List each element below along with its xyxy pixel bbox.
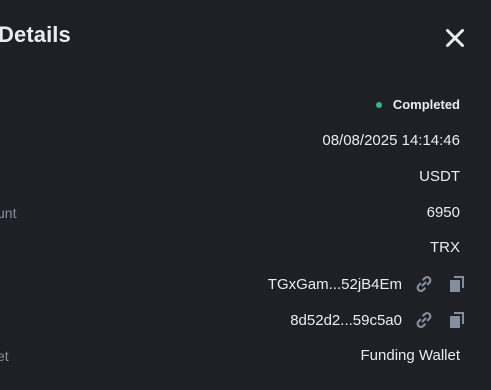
address-value-group: TGxGam...52jB4Em xyxy=(268,274,467,294)
txid-link-button[interactable] xyxy=(414,310,434,330)
txid-value: 8d52d2...59c5a0 xyxy=(290,311,402,329)
address-value: TGxGam...52jB4Em xyxy=(267,275,402,293)
copy-icon xyxy=(450,312,464,328)
status-value: Completed xyxy=(392,97,460,112)
link-icon xyxy=(416,311,432,329)
date-row: 08/08/2025 14:14:46 xyxy=(0,129,491,153)
status-row: Completed xyxy=(0,93,491,117)
wallet-row: et Funding Wallet xyxy=(0,344,491,368)
network-value: TRX xyxy=(430,239,460,256)
link-icon xyxy=(416,275,432,293)
wallet-label: et xyxy=(0,348,9,364)
coin-value: USDT xyxy=(419,168,460,185)
close-button[interactable] xyxy=(443,26,467,50)
status-dot-icon xyxy=(375,101,382,108)
copy-icon xyxy=(450,276,464,292)
wallet-value: Funding Wallet xyxy=(360,347,461,364)
amount-label: unt xyxy=(0,205,17,221)
close-icon xyxy=(446,29,464,47)
amount-value: 6950 xyxy=(426,204,460,221)
transaction-details-panel: Details Completed 08/08/2025 14:14:46 US… xyxy=(0,0,491,390)
address-copy-button[interactable] xyxy=(447,274,467,294)
address-link-button[interactable] xyxy=(414,274,434,294)
network-row: TRX xyxy=(0,236,491,260)
status-badge: Completed xyxy=(375,97,460,112)
address-row: TGxGam...52jB4Em xyxy=(0,272,491,296)
txid-copy-button[interactable] xyxy=(447,310,467,330)
date-value: 08/08/2025 14:14:46 xyxy=(322,132,460,149)
panel-title: Details xyxy=(0,22,71,47)
amount-row: unt 6950 xyxy=(0,201,491,225)
txid-value-group: 8d52d2...59c5a0 xyxy=(290,310,467,330)
txid-row: 8d52d2...59c5a0 xyxy=(0,308,491,332)
coin-row: USDT xyxy=(0,165,491,189)
